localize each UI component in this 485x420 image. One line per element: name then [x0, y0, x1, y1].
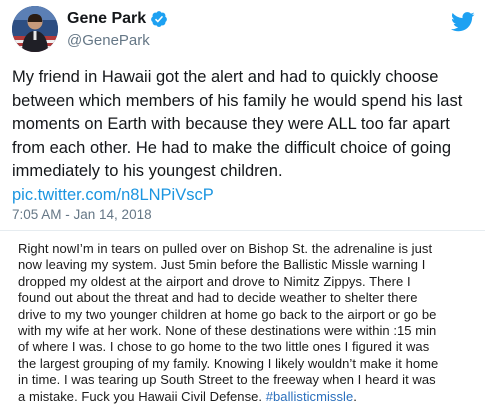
tweet-text-line: immediately to his youngest children. — [12, 162, 283, 180]
image-text-line: Right nowI’m in tears on pulled over on … — [18, 241, 433, 256]
tweet-text-line: moments on Earth with because they were … — [12, 115, 450, 133]
tweet-timestamp[interactable]: 7:05 AM - Jan 14, 2018 — [12, 207, 152, 222]
twitter-bird-icon[interactable] — [451, 12, 475, 32]
author-name[interactable]: Gene Park — [67, 10, 168, 28]
author-handle[interactable]: @GenePark — [67, 32, 150, 49]
image-text-line: now leaving my system. Just 5min before … — [18, 257, 426, 273]
image-text-line: in time. I was tearing up South Street t… — [18, 372, 436, 388]
attached-image-text: Right nowI’m in tears on pulled over on … — [18, 241, 478, 405]
tweet-text-line: between which members of his family he w… — [12, 91, 463, 110]
pic-link[interactable]: pic.twitter.com/n8LNPiVscP — [12, 184, 474, 208]
hashtag-link: #ballisticmissle — [265, 388, 354, 404]
image-text-last-line: a mistake. Fuck you Hawaii Civil Defense… — [18, 389, 478, 405]
tweet-text: My friend in Hawaii got the alert and ha… — [12, 66, 474, 207]
image-text-line: drive to my two younger children at home… — [18, 306, 437, 322]
image-text-last-suffix: . — [353, 388, 357, 404]
verified-badge-icon — [151, 11, 168, 27]
avatar-photo — [12, 6, 58, 52]
image-text-line: dropped my oldest at the airport and dro… — [18, 273, 411, 289]
image-text-line: found out about the threat and had to de… — [18, 290, 418, 306]
tweet-card: Gene Park @GenePark My friend in Hawaii … — [0, 0, 485, 420]
avatar[interactable] — [12, 6, 58, 52]
image-text-line: of where I was. I chose to go home to th… — [18, 339, 430, 355]
tweet-text-line: My friend in Hawaii got the alert and ha… — [12, 68, 439, 86]
tweet-text-line: from each other. He had to make the diff… — [12, 138, 452, 157]
image-text-last-prefix: a mistake. Fuck you Hawaii Civil Defense… — [18, 388, 266, 404]
image-text-line: the largest grouping of my family. Knowi… — [18, 355, 439, 371]
author-name-text: Gene Park — [67, 10, 147, 27]
image-text-line: with my wife at her work. None of these … — [18, 323, 437, 339]
attached-image[interactable]: Right nowI’m in tears on pulled over on … — [0, 230, 485, 420]
